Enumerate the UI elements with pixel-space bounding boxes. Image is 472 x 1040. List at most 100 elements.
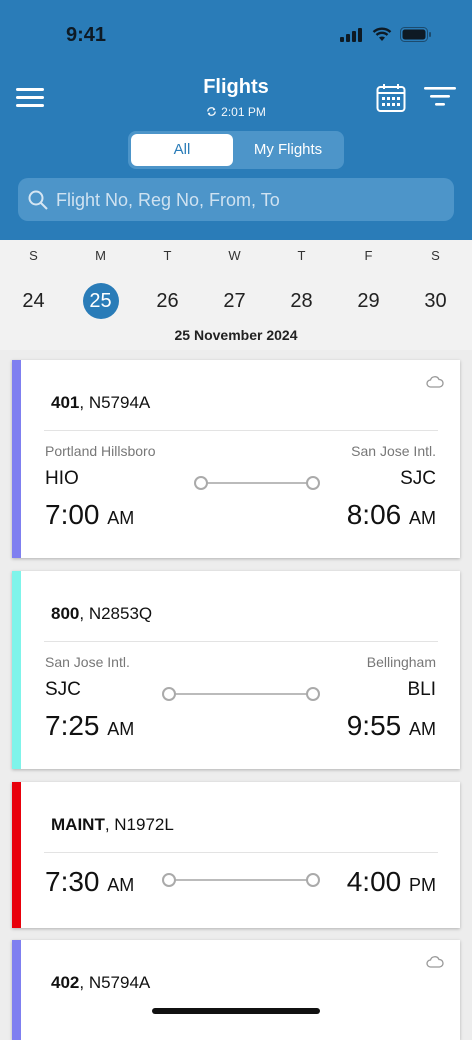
- origin-name: Portland Hillsboro: [45, 443, 156, 459]
- home-indicator: [152, 1008, 320, 1014]
- day-number-selected: 25: [82, 283, 119, 319]
- flight-number: 402: [51, 973, 80, 992]
- search-bar: [18, 178, 454, 223]
- calendar-icon: [376, 84, 406, 112]
- wifi-icon: [372, 27, 392, 41]
- flight-title: 402, N5794A: [51, 973, 151, 992]
- departure-time: 7:00 AM: [45, 499, 134, 531]
- day-of-week: T: [297, 248, 306, 263]
- registration: N2853Q: [88, 604, 153, 623]
- arrival-time-value: 9:55: [346, 710, 402, 741]
- departure-time-value: 7:00: [45, 499, 100, 530]
- origin-code: HIO: [45, 468, 79, 489]
- end-time: 4:00 PM: [347, 866, 436, 898]
- arrival-ampm: AM: [409, 508, 436, 528]
- search-input[interactable]: [54, 178, 448, 223]
- day-saturday[interactable]: S 30: [402, 240, 469, 319]
- battery-icon: [400, 27, 431, 42]
- route-start-dot: [162, 873, 176, 887]
- divider: [44, 430, 438, 431]
- destination-code: SJC: [400, 468, 436, 489]
- destination-name: San Jose Intl.: [351, 443, 436, 459]
- status-time: 9:41: [66, 24, 107, 46]
- filter-icon: [424, 87, 456, 106]
- day-of-week: S: [431, 248, 440, 263]
- flight-status-bar: [12, 940, 21, 1040]
- route-start-dot: [162, 687, 176, 701]
- day-number: 26: [156, 290, 179, 312]
- status-bar: 9:41: [0, 0, 472, 60]
- divider: [44, 852, 438, 853]
- registration: N5794A: [88, 393, 151, 412]
- day-number: 27: [223, 290, 246, 312]
- day-sunday[interactable]: S 24: [0, 240, 67, 319]
- arrival-time: 9:55 AM: [347, 710, 436, 742]
- day-number: 29: [357, 290, 380, 312]
- day-number: 28: [290, 290, 313, 312]
- day-of-week: W: [228, 248, 241, 263]
- departure-ampm: AM: [107, 508, 135, 528]
- status-icons: [340, 27, 432, 42]
- origin-code: SJC: [45, 679, 81, 700]
- cloud-icon: [426, 956, 444, 968]
- flight-status-bar: [12, 360, 21, 558]
- departure-ampm: AM: [107, 719, 135, 739]
- day-thursday[interactable]: T 28: [268, 240, 335, 319]
- start-ampm: AM: [107, 875, 135, 895]
- arrival-time: 8:06 AM: [347, 499, 436, 531]
- cloud-icon: [426, 376, 444, 388]
- segment-all[interactable]: All: [131, 134, 233, 166]
- flight-title: MAINT, N1972L: [51, 815, 174, 834]
- sync-time: 2:01 PM: [221, 105, 266, 119]
- route-line: [170, 693, 312, 695]
- day-number: 24: [22, 290, 45, 312]
- flight-number: 800: [51, 604, 80, 623]
- segment-my-flights[interactable]: My Flights: [234, 134, 342, 166]
- app-header: 9:41 Flights 2:01 PM All My Flights: [0, 0, 472, 240]
- route-end-dot: [306, 873, 320, 887]
- flight-card[interactable]: 401, N5794A Portland Hillsboro San Jose …: [12, 360, 460, 558]
- cellular-signal-icon: [340, 27, 362, 42]
- divider: [44, 641, 438, 642]
- calendar-button[interactable]: [376, 83, 406, 118]
- departure-time-value: 7:25: [45, 710, 100, 741]
- departure-time: 7:25 AM: [45, 710, 134, 742]
- route-end-dot: [306, 476, 320, 490]
- arrival-time-value: 8:06: [346, 499, 402, 530]
- end-time-value: 4:00: [346, 866, 402, 897]
- flight-title: 401, N5794A: [51, 393, 151, 412]
- filter-button[interactable]: [424, 86, 456, 113]
- day-of-week: M: [95, 248, 106, 263]
- flight-filter-segment: All My Flights: [128, 131, 344, 169]
- day-of-week: F: [364, 248, 373, 263]
- day-of-week: S: [29, 248, 38, 263]
- route-end-dot: [306, 687, 320, 701]
- day-monday[interactable]: M 25: [67, 240, 134, 319]
- route-line: [202, 482, 312, 484]
- route-start-dot: [194, 476, 208, 490]
- registration: N1972L: [114, 815, 174, 834]
- day-tuesday[interactable]: T 26: [134, 240, 201, 319]
- route-line: [170, 879, 312, 881]
- registration: N5794A: [88, 973, 151, 992]
- end-ampm: PM: [409, 875, 436, 895]
- flight-card[interactable]: 800, N2853Q San Jose Intl. Bellingham SJ…: [12, 571, 460, 769]
- destination-code: BLI: [407, 679, 436, 700]
- origin-name: San Jose Intl.: [45, 654, 130, 670]
- day-friday[interactable]: F 29: [335, 240, 402, 319]
- flight-title: 800, N2853Q: [51, 604, 153, 623]
- start-time-value: 7:30: [45, 866, 100, 897]
- selected-date-label: 25 November 2024: [174, 327, 298, 343]
- flight-number: MAINT: [51, 815, 105, 834]
- destination-name: Bellingham: [366, 654, 436, 670]
- day-number: 30: [424, 290, 447, 312]
- search-icon: [28, 190, 48, 210]
- day-wednesday[interactable]: W 27: [201, 240, 268, 319]
- maintenance-card[interactable]: MAINT, N1972L 7:30 AM 4:00 PM: [12, 782, 460, 928]
- refresh-icon: [207, 107, 216, 116]
- flight-card[interactable]: 402, N5794A: [12, 940, 460, 1040]
- arrival-ampm: AM: [409, 719, 436, 739]
- day-of-week: T: [163, 248, 172, 263]
- flight-status-bar: [12, 571, 21, 769]
- flight-number: 401: [51, 393, 80, 412]
